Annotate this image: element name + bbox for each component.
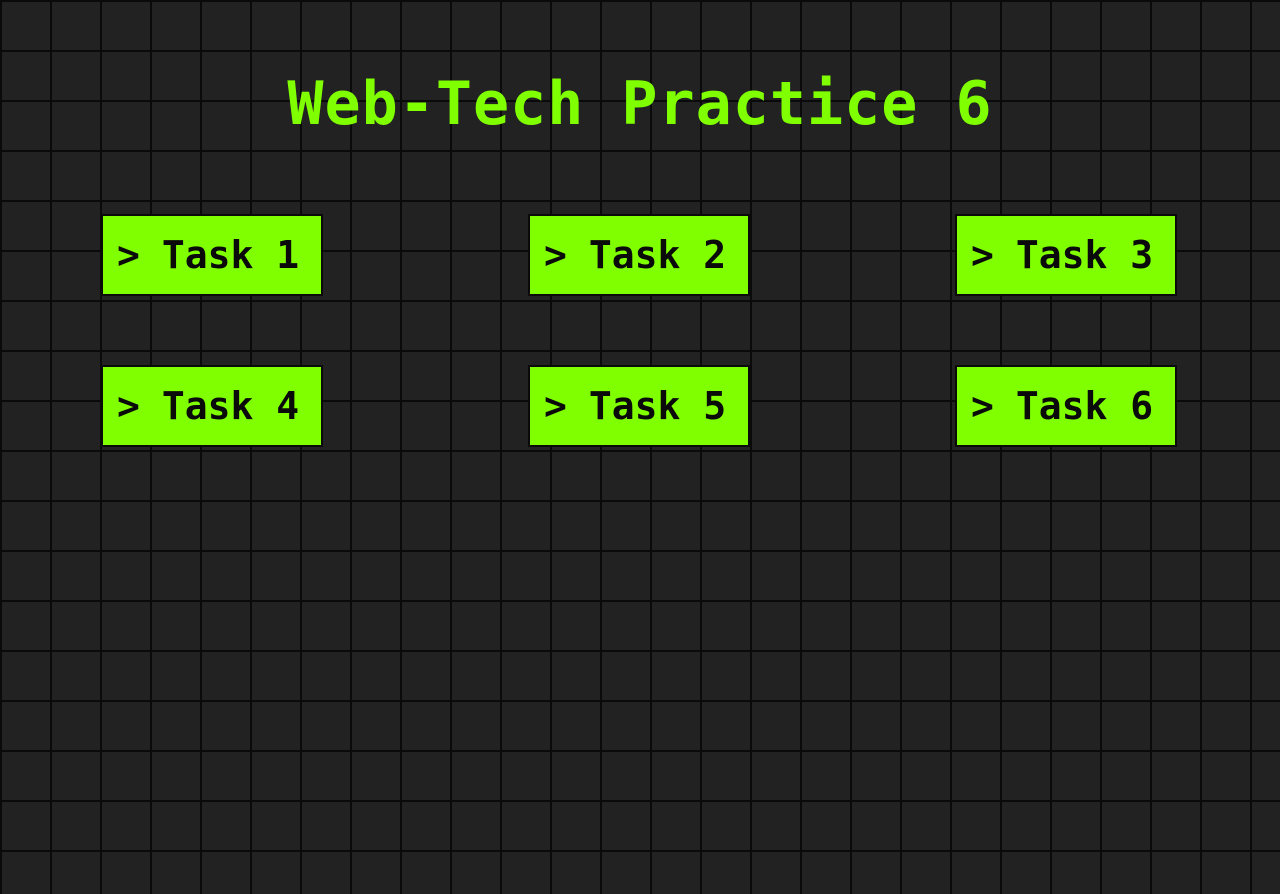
chevron-right-icon: > <box>117 384 140 428</box>
chevron-right-icon: > <box>117 233 140 277</box>
page-title: Web-Tech Practice 6 <box>287 69 993 139</box>
task-2-label: Task 2 <box>588 233 727 277</box>
task-5-button[interactable]: > Task 5 <box>528 365 750 447</box>
task-4-label: Task 4 <box>161 384 300 428</box>
task-3-button[interactable]: > Task 3 <box>955 214 1177 296</box>
chevron-right-icon: > <box>544 384 567 428</box>
task-3-label: Task 3 <box>1015 233 1154 277</box>
task-1-button[interactable]: > Task 1 <box>101 214 323 296</box>
task-6-button[interactable]: > Task 6 <box>955 365 1177 447</box>
chevron-right-icon: > <box>544 233 567 277</box>
task-1-label: Task 1 <box>161 233 300 277</box>
task-2-button[interactable]: > Task 2 <box>528 214 750 296</box>
chevron-right-icon: > <box>971 233 994 277</box>
task-6-label: Task 6 <box>1015 384 1154 428</box>
task-5-label: Task 5 <box>588 384 727 428</box>
task-4-button[interactable]: > Task 4 <box>101 365 323 447</box>
chevron-right-icon: > <box>971 384 994 428</box>
